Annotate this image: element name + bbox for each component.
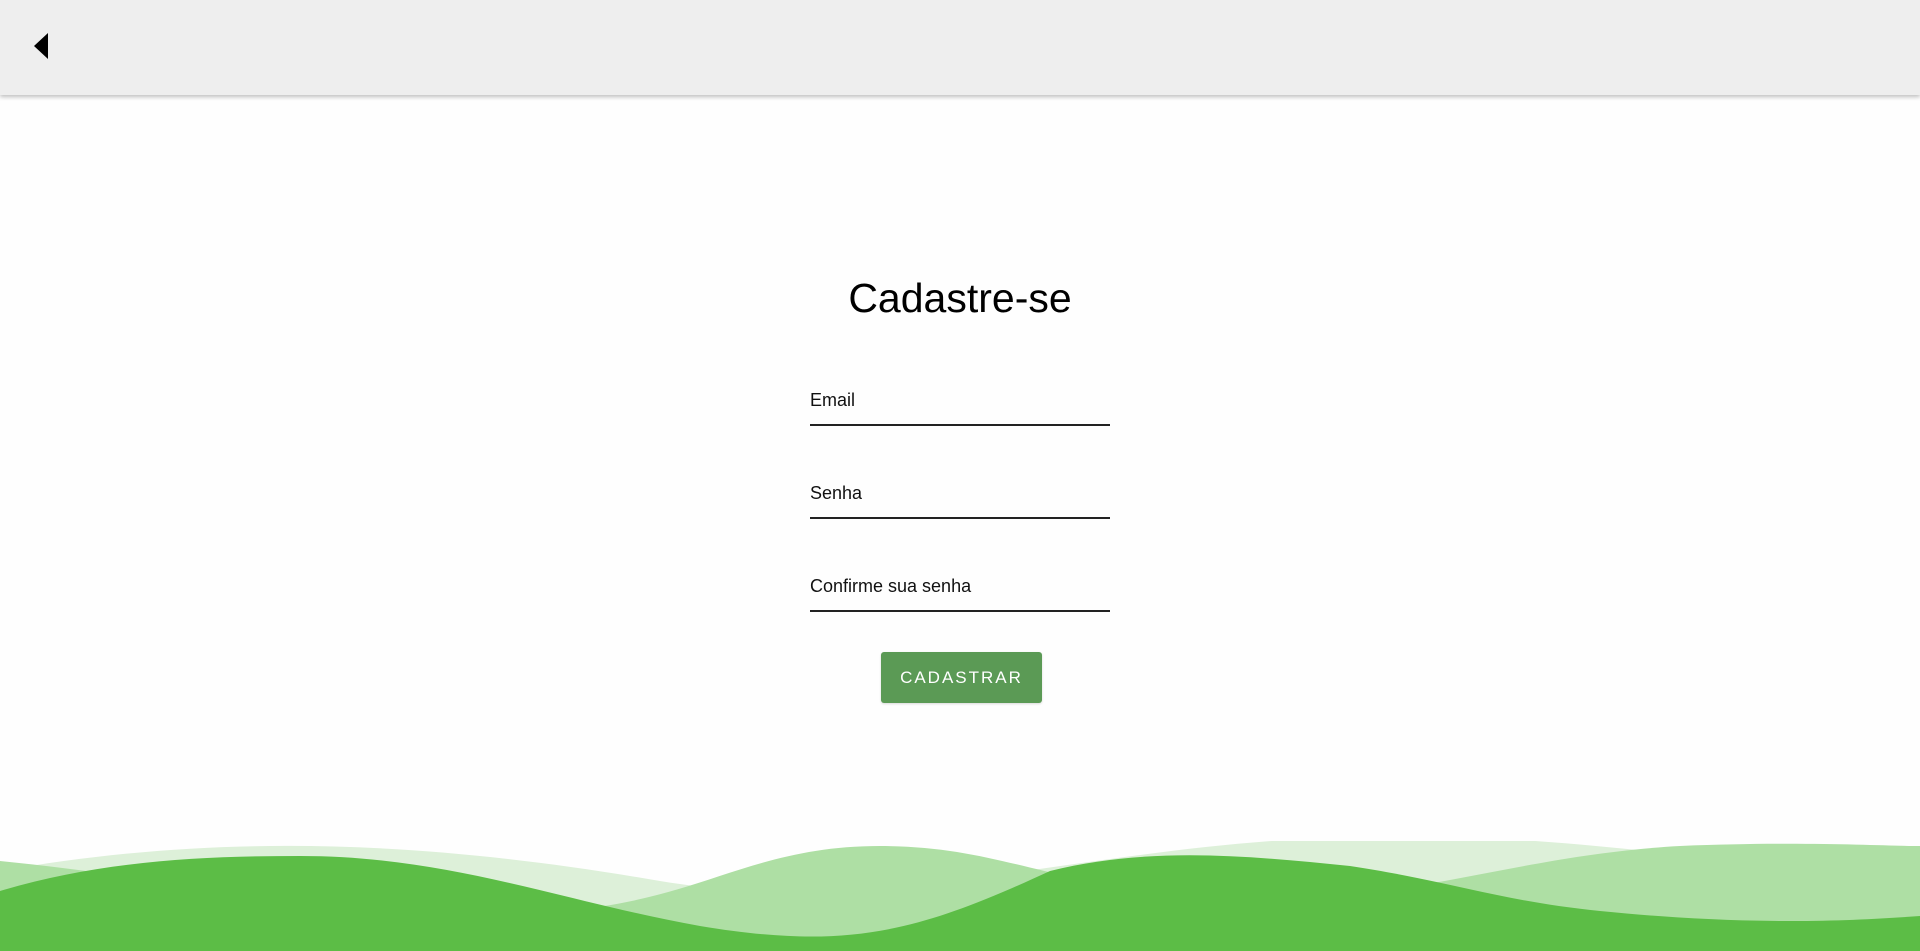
- password-field-container: [810, 471, 1110, 519]
- confirm-password-field-container: [810, 564, 1110, 612]
- back-button[interactable]: [24, 29, 58, 63]
- top-app-bar: [0, 0, 1920, 95]
- back-arrow-icon: [34, 33, 48, 59]
- decorative-waves: [0, 841, 1920, 951]
- email-field-container: [810, 378, 1110, 426]
- page-title: Cadastre-se: [848, 275, 1072, 321]
- signup-form: Cadastre-se CADASTRAR: [0, 0, 1920, 951]
- signup-button[interactable]: CADASTRAR: [881, 652, 1042, 703]
- confirm-password-field[interactable]: [810, 564, 1110, 608]
- email-field[interactable]: [810, 378, 1110, 422]
- password-field[interactable]: [810, 471, 1110, 515]
